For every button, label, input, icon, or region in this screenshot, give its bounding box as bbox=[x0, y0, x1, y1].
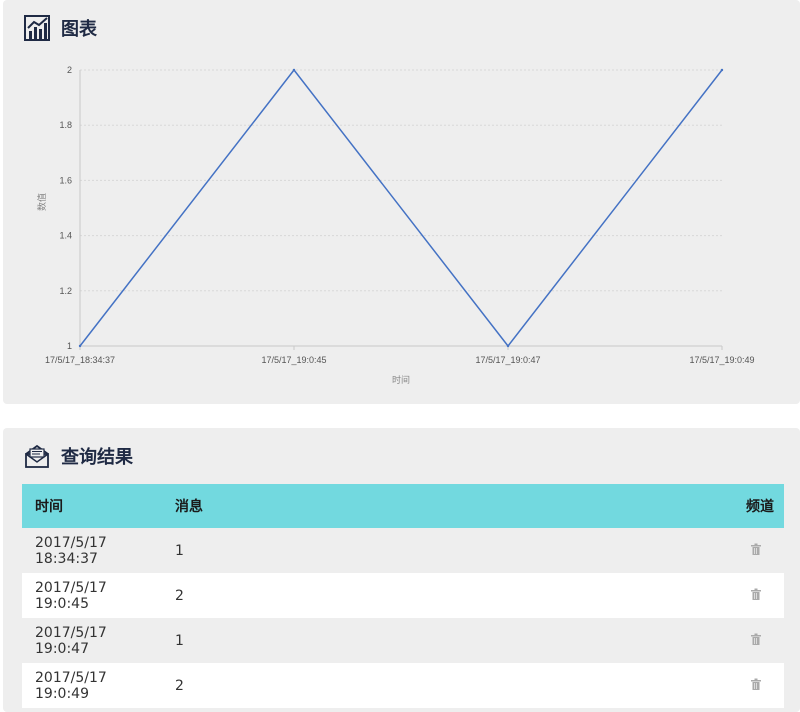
x-tick-label: 17/5/17_18:34:37 bbox=[45, 355, 115, 365]
results-table: 时间 消息 频道 2017/5/17 18:34:37 1 2017/5/17 … bbox=[22, 484, 784, 708]
envelope-icon bbox=[23, 442, 51, 470]
trash-icon[interactable] bbox=[750, 678, 762, 690]
data-point[interactable] bbox=[506, 344, 510, 348]
column-header-time[interactable]: 时间 bbox=[22, 484, 162, 528]
trash-icon[interactable] bbox=[750, 588, 762, 600]
data-point[interactable] bbox=[720, 68, 724, 72]
column-header-channel[interactable]: 频道 bbox=[714, 484, 784, 528]
x-tick-label: 17/5/17_19:0:45 bbox=[261, 355, 326, 365]
y-tick-label: 1.6 bbox=[59, 175, 72, 185]
cell-message: 1 bbox=[162, 528, 714, 573]
chart-axes bbox=[79, 70, 723, 350]
results-panel-header: 查询结果 bbox=[23, 442, 133, 470]
results-panel-title: 查询结果 bbox=[61, 447, 133, 467]
table-header-row: 时间 消息 频道 bbox=[22, 484, 784, 528]
results-panel: 查询结果 时间 消息 频道 2017/5/17 18:34:37 1 2017/… bbox=[3, 428, 800, 712]
line-chart-icon bbox=[23, 14, 51, 42]
table-row[interactable]: 2017/5/17 19:0:47 1 bbox=[22, 618, 784, 663]
chart-panel-header: 图表 bbox=[23, 14, 97, 42]
y-tick-label: 1.2 bbox=[59, 286, 72, 296]
cell-channel bbox=[714, 528, 784, 573]
y-tick-label: 1.8 bbox=[59, 120, 72, 130]
cell-channel bbox=[714, 573, 784, 618]
cell-message: 2 bbox=[162, 573, 714, 618]
cell-time: 2017/5/17 19:0:47 bbox=[22, 618, 162, 663]
cell-time: 2017/5/17 19:0:45 bbox=[22, 573, 162, 618]
cell-time: 2017/5/17 19:0:49 bbox=[22, 663, 162, 708]
trash-icon[interactable] bbox=[750, 543, 762, 555]
y-tick-label: 1.4 bbox=[59, 231, 72, 241]
data-point[interactable] bbox=[292, 68, 296, 72]
cell-time: 2017/5/17 18:34:37 bbox=[22, 528, 162, 573]
chart-panel-title: 图表 bbox=[61, 19, 97, 39]
column-header-message[interactable]: 消息 bbox=[162, 484, 714, 528]
table-row[interactable]: 2017/5/17 19:0:45 2 bbox=[22, 573, 784, 618]
chart-panel: 1 1.2 1.4 1.6 1.8 2 17/5/17_18:34:37 17/5/17_19… bbox=[3, 0, 800, 404]
line-chart: 1 1.2 1.4 1.6 1.8 2 17/5/17_18:34:37 17/5/17_19… bbox=[36, 65, 755, 385]
cell-message: 2 bbox=[162, 663, 714, 708]
table-row[interactable]: 2017/5/17 18:34:37 1 bbox=[22, 528, 784, 573]
x-tick-label: 17/5/17_19:0:47 bbox=[475, 355, 540, 365]
cell-message: 1 bbox=[162, 618, 714, 663]
x-axis-title: 时间 bbox=[392, 374, 410, 385]
y-tick-label: 1 bbox=[67, 341, 72, 351]
table-row[interactable]: 2017/5/17 19:0:49 2 bbox=[22, 663, 784, 708]
trash-icon[interactable] bbox=[750, 633, 762, 645]
data-point[interactable] bbox=[78, 344, 82, 348]
y-axis-title: 数值 bbox=[36, 193, 47, 211]
series-line bbox=[79, 68, 723, 348]
cell-channel bbox=[714, 618, 784, 663]
chart-grid bbox=[80, 69, 722, 292]
x-tick-label: 17/5/17_19:0:49 bbox=[689, 355, 754, 365]
chart-series bbox=[78, 68, 724, 348]
y-tick-label: 2 bbox=[67, 65, 72, 75]
cell-channel bbox=[714, 663, 784, 708]
chart-labels: 1 1.2 1.4 1.6 1.8 2 17/5/17_18:34:37 17/5/17_19… bbox=[45, 65, 755, 365]
